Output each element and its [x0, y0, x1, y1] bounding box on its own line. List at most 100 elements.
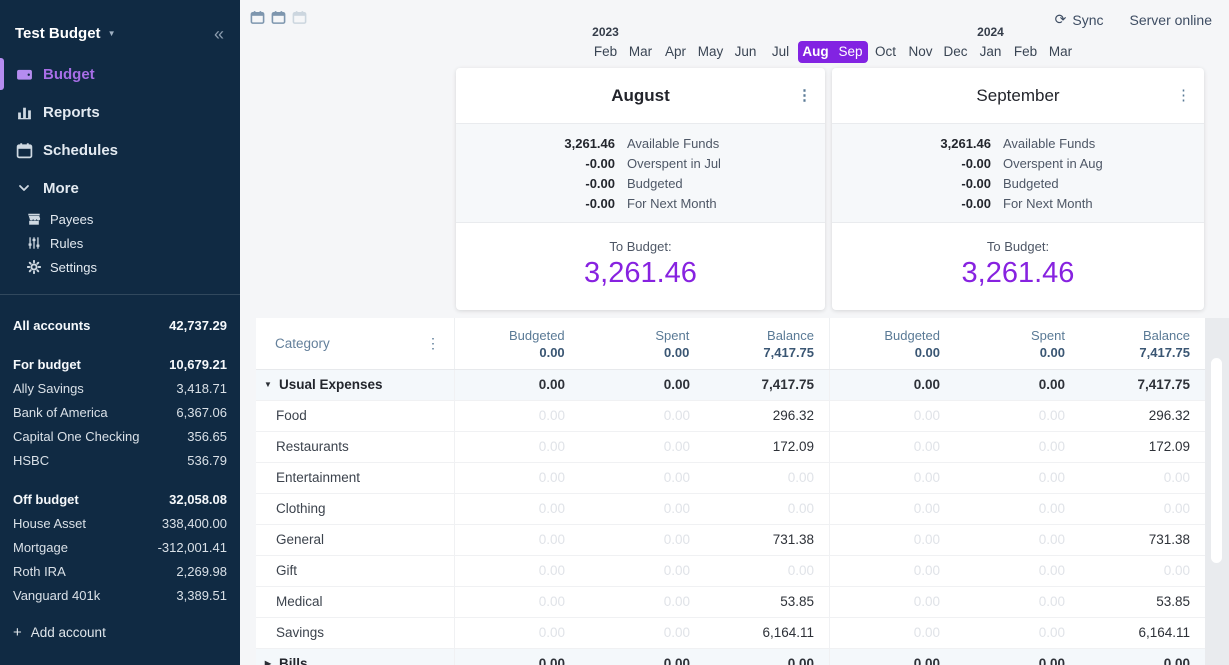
sidebar-item-schedules[interactable]: Schedules: [0, 131, 240, 169]
all-accounts-row[interactable]: All accounts 42,737.29: [13, 313, 227, 337]
spent-cell-sep[interactable]: 0.00: [955, 401, 1080, 431]
balance-cell-aug[interactable]: 296.32: [705, 401, 830, 431]
sidebar-item-settings[interactable]: Settings: [0, 255, 240, 279]
balance-cell-aug[interactable]: 53.85: [705, 587, 830, 617]
balance-cell-sep[interactable]: 172.09: [1080, 432, 1205, 462]
budgeted-cell-aug[interactable]: 0.00: [455, 587, 580, 617]
spent-cell-aug[interactable]: 0.00: [580, 649, 705, 665]
column-header[interactable]: Budgeted 0.00: [830, 327, 955, 369]
balance-cell-sep[interactable]: 6,164.11: [1080, 618, 1205, 648]
scrollbar-thumb[interactable]: [1211, 358, 1222, 563]
budgeted-cell-sep[interactable]: 0.00: [830, 556, 955, 586]
table-row[interactable]: Gift 0.00 0.00 0.00 0.00 0.00 0.00: [256, 556, 1205, 587]
spent-cell-sep[interactable]: 0.00: [955, 370, 1080, 400]
balance-cell-sep[interactable]: 0.00: [1080, 556, 1205, 586]
spent-cell-aug[interactable]: 0.00: [580, 432, 705, 462]
table-row[interactable]: Savings 0.00 0.00 6,164.11 0.00 0.00 6,1…: [256, 618, 1205, 649]
sync-button[interactable]: ⟳ Sync: [1055, 11, 1104, 28]
spent-cell-aug[interactable]: 0.00: [580, 525, 705, 555]
month-nav-item[interactable]: May: [693, 41, 728, 63]
category-cell[interactable]: Gift: [256, 556, 455, 586]
table-row[interactable]: Entertainment 0.00 0.00 0.00 0.00 0.00 0…: [256, 463, 1205, 494]
add-account-button[interactable]: + Add account: [13, 620, 227, 644]
budgeted-cell-aug[interactable]: 0.00: [455, 525, 580, 555]
table-row[interactable]: ▼ Usual Expenses 0.00 0.00 7,417.75 0.00…: [256, 370, 1205, 401]
spent-cell-sep[interactable]: 0.00: [955, 587, 1080, 617]
month-menu-kebab-icon[interactable]: ⋮: [1176, 68, 1191, 123]
to-budget-amount[interactable]: 3,261.46: [832, 257, 1204, 290]
budgeted-cell-aug[interactable]: 0.00: [455, 401, 580, 431]
month-nav-item[interactable]: Oct: [868, 41, 903, 63]
sidebar-account[interactable]: Vanguard 401k 3,389.51: [13, 583, 227, 607]
table-row[interactable]: General 0.00 0.00 731.38 0.00 0.00 731.3…: [256, 525, 1205, 556]
balance-cell-sep[interactable]: 731.38: [1080, 525, 1205, 555]
for-budget-row[interactable]: For budget 10,679.21: [13, 352, 227, 376]
budget-file-switcher[interactable]: Test Budget ▼: [15, 25, 115, 42]
table-row[interactable]: Clothing 0.00 0.00 0.00 0.00 0.00 0.00: [256, 494, 1205, 525]
category-cell[interactable]: Restaurants: [256, 432, 455, 462]
balance-cell-sep[interactable]: 0.00: [1080, 463, 1205, 493]
off-budget-row[interactable]: Off budget 32,058.08: [13, 487, 227, 511]
budgeted-cell-aug[interactable]: 0.00: [455, 432, 580, 462]
budgeted-cell-sep[interactable]: 0.00: [830, 525, 955, 555]
category-cell[interactable]: ▼ Usual Expenses: [256, 370, 455, 400]
spent-cell-aug[interactable]: 0.00: [580, 401, 705, 431]
sidebar-account[interactable]: House Asset 338,400.00: [13, 511, 227, 535]
spent-cell-sep[interactable]: 0.00: [955, 525, 1080, 555]
spent-cell-aug[interactable]: 0.00: [580, 494, 705, 524]
sidebar-account[interactable]: Roth IRA 2,269.98: [13, 559, 227, 583]
category-cell[interactable]: Savings: [256, 618, 455, 648]
category-cell[interactable]: Entertainment: [256, 463, 455, 493]
balance-cell-aug[interactable]: 0.00: [705, 556, 830, 586]
spent-cell-sep[interactable]: 0.00: [955, 556, 1080, 586]
sidebar-account[interactable]: Mortgage -312,001.41: [13, 535, 227, 559]
budgeted-cell-aug[interactable]: 0.00: [455, 494, 580, 524]
spent-cell-aug[interactable]: 0.00: [580, 463, 705, 493]
balance-cell-sep[interactable]: 0.00: [1080, 494, 1205, 524]
spent-cell-sep[interactable]: 0.00: [955, 649, 1080, 665]
sidebar-account[interactable]: HSBC 536.79: [13, 448, 227, 472]
to-budget-amount[interactable]: 3,261.46: [456, 257, 825, 290]
spent-cell-aug[interactable]: 0.00: [580, 587, 705, 617]
balance-cell-aug[interactable]: 0.00: [705, 649, 830, 665]
collapse-sidebar-button[interactable]: «: [214, 27, 224, 41]
budgeted-cell-sep[interactable]: 0.00: [830, 587, 955, 617]
budgeted-cell-sep[interactable]: 0.00: [830, 401, 955, 431]
column-header[interactable]: Balance 7,417.75: [1080, 327, 1205, 369]
table-row[interactable]: ▶ Bills 0.00 0.00 0.00 0.00 0.00 0.00: [256, 649, 1205, 665]
category-cell[interactable]: ▶ Bills: [256, 649, 455, 665]
budgeted-cell-sep[interactable]: 0.00: [830, 370, 955, 400]
month-nav-item[interactable]: Jan: [973, 41, 1008, 63]
month-nav-item[interactable]: Feb: [1008, 41, 1043, 63]
budgeted-cell-aug[interactable]: 0.00: [455, 556, 580, 586]
column-header[interactable]: Balance 7,417.75: [704, 327, 829, 369]
month-nav-item[interactable]: Mar: [623, 41, 658, 63]
expand-caret-icon[interactable]: ▼: [262, 370, 274, 400]
column-header[interactable]: Budgeted 0.00: [455, 327, 580, 369]
one-month-view-icon[interactable]: [250, 10, 265, 25]
spent-cell-aug[interactable]: 0.00: [580, 556, 705, 586]
sidebar-item-more[interactable]: More: [0, 169, 240, 207]
expand-caret-icon[interactable]: ▶: [262, 649, 274, 665]
month-nav-item[interactable]: Nov: [903, 41, 938, 63]
column-header[interactable]: Spent 0.00: [955, 327, 1080, 369]
balance-cell-sep[interactable]: 7,417.75: [1080, 370, 1205, 400]
balance-cell-sep[interactable]: 53.85: [1080, 587, 1205, 617]
spent-cell-sep[interactable]: 0.00: [955, 618, 1080, 648]
category-cell[interactable]: General: [256, 525, 455, 555]
month-nav-item[interactable]: Apr: [658, 41, 693, 63]
sidebar-account[interactable]: Ally Savings 3,418.71: [13, 376, 227, 400]
table-row[interactable]: Medical 0.00 0.00 53.85 0.00 0.00 53.85: [256, 587, 1205, 618]
balance-cell-aug[interactable]: 7,417.75: [705, 370, 830, 400]
server-status[interactable]: Server online: [1130, 12, 1213, 28]
budgeted-cell-sep[interactable]: 0.00: [830, 494, 955, 524]
month-nav-item[interactable]: Jul: [763, 41, 798, 63]
column-header[interactable]: Spent 0.00: [580, 327, 705, 369]
table-row[interactable]: Food 0.00 0.00 296.32 0.00 0.00 296.32: [256, 401, 1205, 432]
table-row[interactable]: Restaurants 0.00 0.00 172.09 0.00 0.00 1…: [256, 432, 1205, 463]
budgeted-cell-sep[interactable]: 0.00: [830, 432, 955, 462]
sidebar-item-reports[interactable]: Reports: [0, 93, 240, 131]
spent-cell-aug[interactable]: 0.00: [580, 370, 705, 400]
balance-cell-sep[interactable]: 296.32: [1080, 401, 1205, 431]
balance-cell-aug[interactable]: 0.00: [705, 463, 830, 493]
